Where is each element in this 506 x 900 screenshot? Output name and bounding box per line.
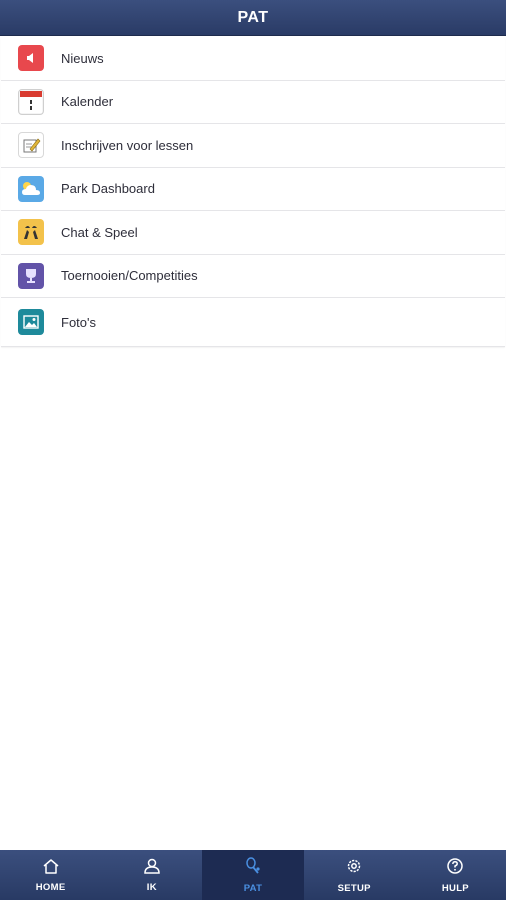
tab-ik[interactable]: IK <box>101 850 202 900</box>
megaphone-icon <box>18 45 44 72</box>
menu-item-label: Inschrijven voor lessen <box>61 137 194 153</box>
photo-icon <box>18 309 44 335</box>
menu-item-label: Chat & Speel <box>61 224 138 240</box>
menu-item-toernooien[interactable]: Toernooien/Competities <box>1 254 505 298</box>
menu-item-park-dashboard[interactable]: Park Dashboard <box>1 167 505 211</box>
trophy-icon <box>18 262 44 289</box>
home-icon <box>42 858 60 879</box>
bottom-tab-bar: HOME IK PAT SETUP HULP <box>0 850 506 900</box>
tab-label: SETUP <box>337 882 371 894</box>
menu-list: Nieuws Kalender Inschrijven voor lessen <box>0 37 506 347</box>
app-header: PAT <box>0 0 506 36</box>
tab-setup[interactable]: SETUP <box>304 850 405 900</box>
page-title: PAT <box>237 8 269 26</box>
tab-pat[interactable]: PAT <box>202 850 304 900</box>
clipboard-pencil-icon <box>18 132 44 159</box>
tab-hulp[interactable]: HULP <box>405 850 506 900</box>
tab-label: HOME <box>35 881 66 893</box>
menu-item-fotos[interactable]: Foto's <box>1 298 505 347</box>
tab-label: IK <box>146 881 157 893</box>
chess-knights-icon <box>18 219 44 246</box>
menu-item-label: Foto's <box>61 314 96 330</box>
menu-item-kalender[interactable]: Kalender <box>1 80 505 124</box>
menu-item-label: Toernooien/Competities <box>61 268 198 284</box>
menu-item-inschrijven[interactable]: Inschrijven voor lessen <box>1 124 505 168</box>
user-icon <box>143 858 161 879</box>
menu-item-nieuws[interactable]: Nieuws <box>1 37 505 81</box>
calendar-icon <box>18 88 44 115</box>
menu-item-label: Kalender <box>61 94 114 110</box>
help-icon <box>446 857 464 880</box>
tab-label: HULP <box>441 882 469 894</box>
tab-home[interactable]: HOME <box>0 850 101 900</box>
tennis-racket-icon <box>244 856 262 880</box>
menu-item-label: Nieuws <box>61 50 104 66</box>
menu-item-chat-speel[interactable]: Chat & Speel <box>1 211 505 255</box>
tab-label: PAT <box>243 882 263 894</box>
gear-icon <box>345 857 363 880</box>
weather-cloud-icon <box>18 175 44 202</box>
menu-item-label: Park Dashboard <box>61 181 155 197</box>
